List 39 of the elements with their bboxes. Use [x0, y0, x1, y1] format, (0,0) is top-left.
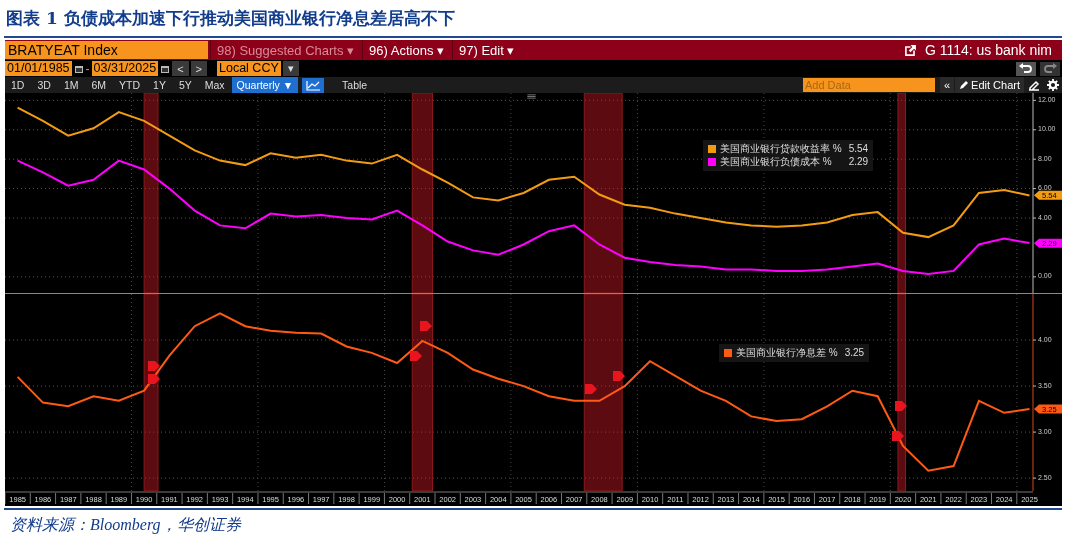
- date-separator: -: [85, 61, 90, 76]
- currency-dropdown[interactable]: Local CCY: [217, 61, 281, 76]
- annotate-icon[interactable]: [1028, 79, 1040, 91]
- collapse-button[interactable]: «: [939, 77, 955, 93]
- start-date-field[interactable]: 01/01/1985: [5, 61, 72, 76]
- event-marker: [420, 321, 432, 331]
- settings-icon[interactable]: [1047, 79, 1059, 91]
- page-title: G 1114: us bank nim: [924, 42, 1053, 58]
- add-data-field[interactable]: Add Data: [802, 78, 935, 92]
- event-marker: [585, 384, 597, 394]
- drag-handle-icon[interactable]: [527, 94, 536, 99]
- event-marker: [148, 374, 160, 384]
- frequency-dropdown[interactable]: Quarterly ▼: [231, 77, 299, 93]
- legend-value: 2.29: [847, 156, 869, 168]
- event-marker: [410, 351, 422, 361]
- calendar-icon[interactable]: [73, 63, 84, 74]
- redo-icon[interactable]: [1040, 61, 1060, 76]
- end-date-field[interactable]: 03/31/2025: [91, 61, 159, 76]
- event-marker: [613, 371, 625, 381]
- legend-label: 美国商业银行净息差 %: [736, 347, 838, 359]
- figure-title: 图表 1 负债成本加速下行推动美国商业银行净息差居高不下: [5, 7, 456, 30]
- undo-icon[interactable]: [1016, 61, 1036, 76]
- legend-value: 5.54: [847, 143, 869, 155]
- pencil-icon: [959, 80, 970, 90]
- legend-value: 3.25: [843, 347, 865, 359]
- event-marker: [148, 361, 160, 371]
- line-chart-icon[interactable]: [302, 77, 325, 93]
- calendar-icon[interactable]: [160, 63, 171, 74]
- edit-chart-button[interactable]: Edit Chart: [955, 77, 1024, 93]
- legend-label: 美国商业银行负债成本 %: [720, 156, 833, 168]
- previous-button[interactable]: <: [172, 61, 189, 76]
- legend-label: 美国商业银行贷款收益率 %: [720, 143, 842, 155]
- event-marker: [895, 401, 907, 411]
- event-marker: [892, 431, 904, 441]
- dropdown-button[interactable]: ▾: [282, 61, 299, 76]
- next-button[interactable]: >: [190, 61, 207, 76]
- external-link-icon[interactable]: [903, 43, 917, 57]
- source-note: 资料来源：Bloomberg，华创证券: [9, 515, 243, 536]
- ticker-field[interactable]: BRATYEAT Index: [5, 41, 208, 59]
